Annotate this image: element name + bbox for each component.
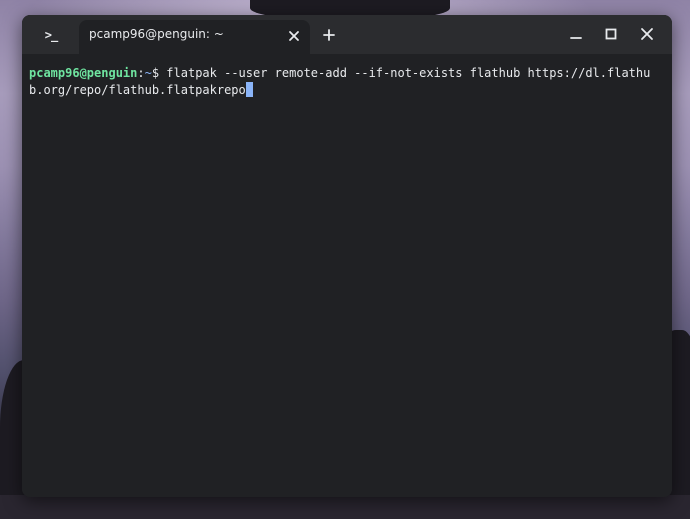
title-bar: >_ pcamp96@penguin: ~ [22,15,672,54]
tab-terminal[interactable]: pcamp96@penguin: ~ [79,20,310,54]
wallpaper-rock-bottom [0,495,690,519]
terminal-prompt-icon[interactable]: >_ [22,15,80,54]
tab-title: pcamp96@penguin: ~ [89,27,224,41]
maximize-icon[interactable] [601,24,621,44]
text-cursor [245,82,253,97]
terminal-output[interactable]: pcamp96@penguin:~$ flatpak --user remote… [22,54,672,497]
prompt-path: ~ [144,66,152,80]
prompt-separator: : [137,66,145,80]
prompt-symbol: $ [151,66,167,80]
prompt-user-host: pcamp96@penguin [29,66,138,80]
close-icon[interactable] [637,24,657,44]
plus-icon[interactable] [320,26,338,44]
terminal-window: >_ pcamp96@penguin: ~ pcamp96@penguin:~$… [22,15,672,497]
terminal-line: pcamp96@penguin:~$ flatpak --user remote… [29,65,661,99]
minimize-icon[interactable] [566,24,586,44]
close-icon[interactable] [286,28,302,44]
